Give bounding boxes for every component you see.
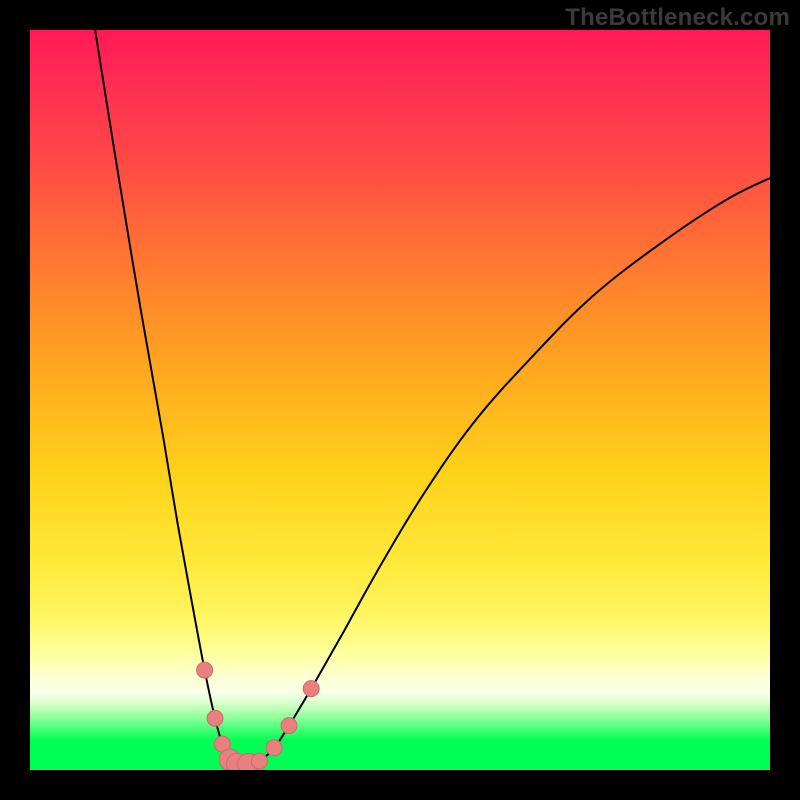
curve-marker — [207, 710, 223, 726]
curve-marker — [303, 681, 319, 697]
chart-frame: TheBottleneck.com — [0, 0, 800, 800]
bottleneck-curve-path — [95, 30, 770, 765]
curve-marker — [281, 718, 297, 734]
watermark-label: TheBottleneck.com — [565, 4, 790, 32]
curve-marker — [227, 753, 248, 770]
curve-marker — [238, 753, 259, 770]
curve-marker — [197, 662, 213, 678]
curve-marker — [219, 749, 240, 770]
curve-marker — [214, 736, 230, 752]
plot-area — [30, 30, 770, 770]
curve-marker — [266, 740, 282, 756]
curve-marker — [251, 753, 267, 769]
marker-group — [197, 662, 320, 770]
curve-layer — [30, 30, 770, 770]
